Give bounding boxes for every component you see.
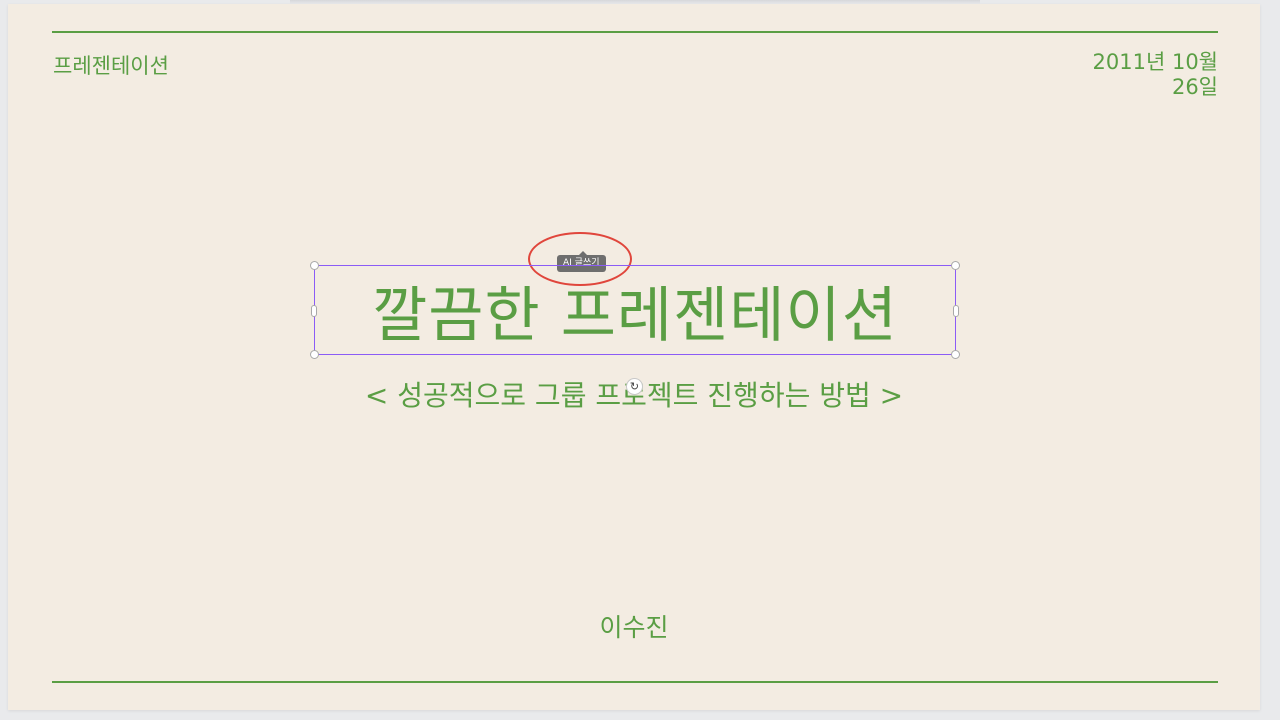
rotate-icon[interactable]: ↻ (626, 378, 643, 395)
date-text[interactable]: 2011년 10월 26일 (1018, 50, 1218, 100)
top-rule (52, 31, 1218, 33)
resize-handle-top-left[interactable] (310, 261, 319, 270)
resize-handle-top-right[interactable] (951, 261, 960, 270)
slide-title[interactable]: 깔끔한 프레젠테이션 (315, 266, 955, 354)
author-name[interactable]: 이수진 (8, 608, 1260, 644)
bottom-rule (52, 681, 1218, 683)
slide-editor: 프레젠테이션 2011년 10월 26일 AI 글쓰기 깔끔한 프레젠테이션 <… (0, 0, 1280, 720)
date-line-1: 2011년 10월 (1092, 50, 1218, 74)
slide-canvas[interactable]: 프레젠테이션 2011년 10월 26일 AI 글쓰기 깔끔한 프레젠테이션 <… (8, 4, 1260, 710)
resize-handle-bottom-right[interactable] (951, 350, 960, 359)
title-textbox-selected[interactable]: 깔끔한 프레젠테이션 (310, 261, 960, 359)
date-line-2: 26일 (1171, 75, 1218, 99)
header-label[interactable]: 프레젠테이션 (53, 50, 169, 80)
resize-handle-bottom-left[interactable] (310, 350, 319, 359)
resize-handle-right[interactable] (953, 305, 959, 317)
resize-handle-left[interactable] (311, 305, 317, 317)
